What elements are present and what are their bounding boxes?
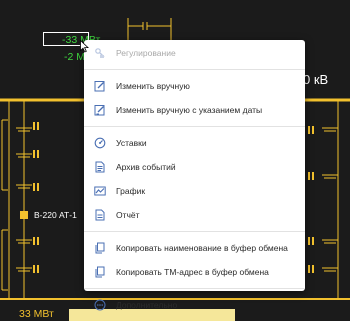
switch-symbol <box>37 150 39 158</box>
menu-item-label: Копировать ТМ-адрес в буфер обмена <box>116 267 269 277</box>
menu-item-report[interactable]: Отчёт <box>84 203 305 227</box>
menu-item-label: Изменить вручную <box>116 81 190 91</box>
switch-symbol <box>37 183 39 191</box>
switch-symbol <box>308 237 310 245</box>
switch-symbol <box>37 265 39 273</box>
menu-separator <box>84 231 305 232</box>
menu-separator <box>84 126 305 127</box>
copy-icon <box>93 266 106 279</box>
menu-item-edit-manual-with-date[interactable]: Изменить вручную с указанием даты <box>84 98 305 122</box>
switch-symbol <box>33 183 35 191</box>
breaker-symbol[interactable] <box>20 211 28 219</box>
switch-symbol <box>312 237 314 245</box>
archive-icon <box>93 161 106 174</box>
menu-item-label: Изменить вручную с указанием даты <box>116 105 263 115</box>
switch-symbol <box>33 237 35 245</box>
switch-symbol <box>308 265 310 273</box>
edit-date-icon <box>93 104 106 117</box>
measurement-bottom[interactable]: 33 МВт <box>19 308 54 320</box>
capacitor-symbol <box>128 22 171 30</box>
chart-icon <box>93 185 106 198</box>
menu-item-chart[interactable]: График <box>84 179 305 203</box>
switch-symbol <box>312 265 314 273</box>
switch-symbol <box>37 122 39 130</box>
menu-separator <box>84 69 305 70</box>
menu-item-label: Дополнительно <box>116 300 178 310</box>
breaker-label: В-220 АТ-1 <box>34 210 77 220</box>
disconnector-bracket-2 <box>1 229 8 291</box>
menu-item-label: Уставки <box>116 138 147 148</box>
switch-symbol <box>33 122 35 130</box>
menu-item-label: График <box>116 186 146 196</box>
switch-symbol <box>308 126 310 134</box>
settings-gauge-icon <box>93 137 106 150</box>
copy-icon <box>93 242 106 255</box>
regulation-icon <box>93 47 106 60</box>
menu-item-label: Регулирование <box>116 48 176 58</box>
menu-item-copy-name[interactable]: Копировать наименование в буфер обмена <box>84 236 305 260</box>
menu-item-setpoints[interactable]: Уставки <box>84 131 305 155</box>
menu-item-edit-manual[interactable]: Изменить вручную <box>84 74 305 98</box>
switch-symbol <box>312 172 314 180</box>
menu-item-more[interactable]: Дополнительно <box>84 293 305 317</box>
switch-symbol <box>33 150 35 158</box>
switch-symbol <box>312 126 314 134</box>
switch-symbol <box>33 265 35 273</box>
menu-item-copy-tm-address[interactable]: Копировать ТМ-адрес в буфер обмена <box>84 260 305 284</box>
menu-item-event-archive[interactable]: Архив событий <box>84 155 305 179</box>
menu-item-regulation: Регулирование <box>84 41 305 65</box>
menu-item-label: Архив событий <box>116 162 176 172</box>
menu-item-label: Копировать наименование в буфер обмена <box>116 243 288 253</box>
switch-symbol <box>308 172 310 180</box>
mouse-cursor-icon <box>80 40 89 53</box>
edit-icon <box>93 80 106 93</box>
report-icon <box>93 209 106 222</box>
context-menu: Регулирование Изменить вручную Изменить … <box>84 40 305 311</box>
menu-item-label: Отчёт <box>116 210 140 220</box>
switch-symbol <box>37 237 39 245</box>
voltage-label: 0 кВ <box>303 72 329 87</box>
menu-separator <box>84 288 305 289</box>
disconnector-bracket <box>1 119 8 191</box>
more-icon <box>93 299 106 312</box>
